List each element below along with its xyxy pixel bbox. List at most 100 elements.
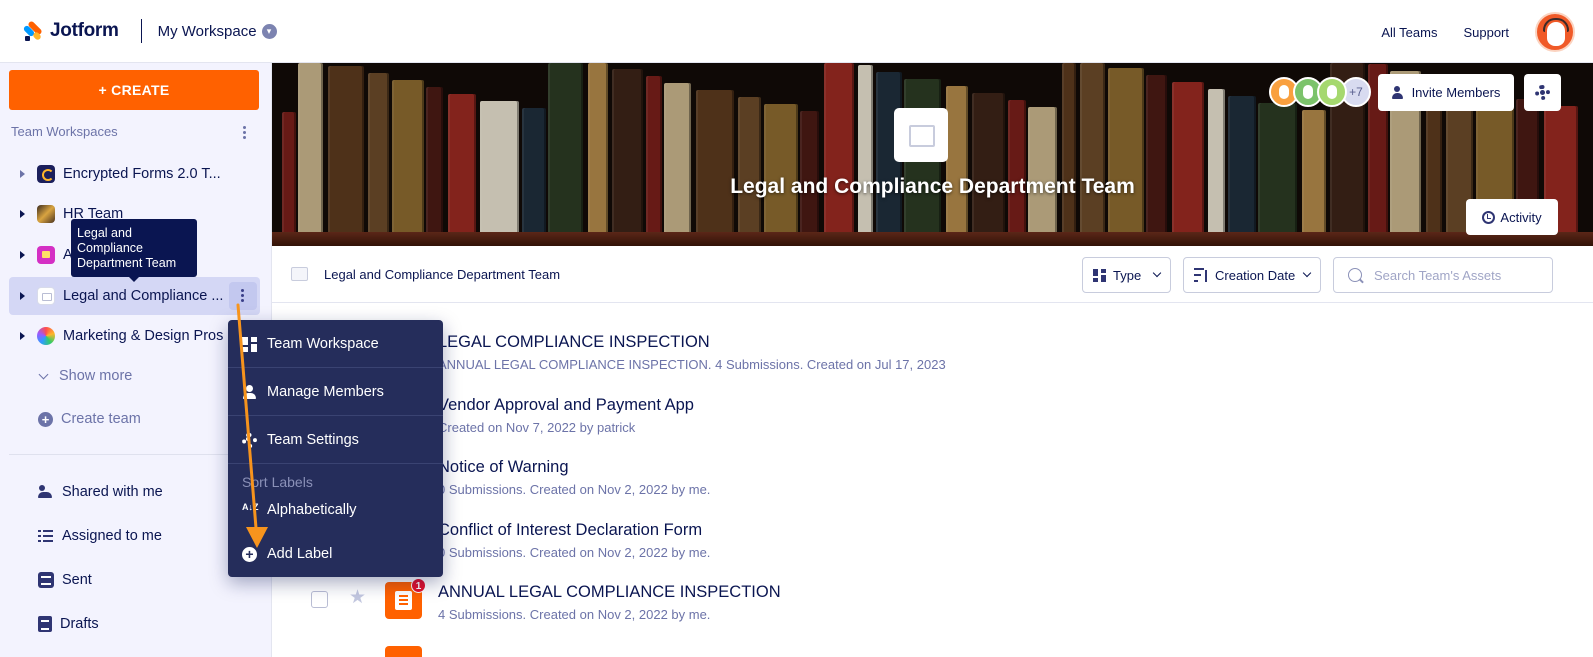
team-image-placeholder-icon[interactable] bbox=[894, 108, 948, 162]
menu-item-team-settings[interactable]: Team Settings bbox=[228, 416, 443, 464]
sidebar-team-legal[interactable]: Legal and Compliance ... bbox=[9, 277, 260, 315]
nav-drafts[interactable]: Drafts bbox=[38, 616, 99, 632]
team-title: Legal and Compliance Department Team bbox=[730, 175, 1135, 198]
tooltip-line: Legal and bbox=[77, 226, 132, 240]
nav-shared-with-me[interactable]: Shared with me bbox=[38, 484, 163, 500]
support-link[interactable]: Support bbox=[1463, 25, 1509, 40]
search-box[interactable] bbox=[1333, 257, 1553, 293]
gear-icon bbox=[1535, 85, 1550, 100]
all-teams-link[interactable]: All Teams bbox=[1381, 25, 1437, 40]
activity-label: Activity bbox=[1500, 209, 1542, 225]
team-name-tooltip: Legal and Compliance Department Team bbox=[71, 219, 197, 282]
form-icon[interactable] bbox=[385, 646, 422, 657]
expand-caret-icon[interactable] bbox=[20, 251, 25, 259]
nav-label: Sent bbox=[62, 572, 92, 588]
workspace-title[interactable]: My Workspace bbox=[158, 23, 257, 40]
tooltip-line: Department Team bbox=[77, 256, 177, 270]
tooltip-line: Compliance bbox=[77, 241, 144, 255]
asset-row[interactable]: Conflict of Interest Declaration Form 0 … bbox=[438, 521, 710, 560]
sent-icon bbox=[38, 572, 54, 588]
plus-circle-icon: + bbox=[242, 546, 257, 562]
hr-team-icon bbox=[37, 205, 55, 223]
asset-meta: 0 Submissions. Created on Nov 2, 2022 by… bbox=[438, 482, 711, 497]
sort-alpha-icon: A↓Z bbox=[242, 501, 259, 512]
member-avatar[interactable] bbox=[1317, 77, 1347, 107]
asset-title[interactable]: Vendor Approval and Payment App bbox=[438, 396, 694, 415]
sort-labels-heading: Sort Labels bbox=[242, 474, 313, 490]
chevron-down-icon bbox=[38, 369, 49, 379]
asset-title[interactable]: Notice of Warning bbox=[438, 458, 710, 477]
jotform-logo-icon bbox=[22, 20, 44, 42]
sort-icon bbox=[1194, 268, 1208, 282]
expand-caret-icon[interactable] bbox=[20, 210, 25, 218]
team-image-icon bbox=[291, 267, 308, 281]
expand-caret-icon[interactable] bbox=[20, 292, 25, 300]
star-icon[interactable]: ★ bbox=[349, 588, 366, 608]
nav-assigned-to-me[interactable]: Assigned to me bbox=[38, 528, 162, 544]
asset-title[interactable]: LEGAL COMPLIANCE INSPECTION bbox=[438, 333, 946, 352]
menu-item-label: Team Workspace bbox=[267, 336, 379, 352]
sidebar-team-marketing[interactable]: Marketing & Design Pros bbox=[9, 317, 260, 355]
asset-title[interactable]: ANNUAL LEGAL COMPLIANCE INSPECTION bbox=[438, 583, 781, 602]
team-banner: Legal and Compliance Department Team +7 … bbox=[272, 63, 1593, 246]
show-more-label: Show more bbox=[59, 368, 133, 384]
asset-row[interactable]: ANNUAL LEGAL COMPLIANCE INSPECTION 4 Sub… bbox=[438, 583, 781, 622]
create-team-label: Create team bbox=[61, 411, 141, 427]
team-label: Marketing & Design Pros bbox=[63, 328, 224, 344]
team-workspaces-more-icon[interactable] bbox=[243, 126, 247, 141]
top-bar: Jotform My Workspace ▾ All Teams Support bbox=[0, 0, 1593, 63]
grid-icon bbox=[1093, 268, 1106, 282]
asset-row[interactable]: Vendor Approval and Payment App Created … bbox=[438, 396, 694, 435]
asset-row[interactable]: LEGAL COMPLIANCE INSPECTION ANNUAL LEGAL… bbox=[438, 333, 946, 372]
workspace-chevron-icon[interactable]: ▾ bbox=[261, 23, 277, 39]
pink-team-icon bbox=[37, 246, 55, 264]
asset-row[interactable]: Notice of Warning 0 Submissions. Created… bbox=[438, 458, 710, 497]
team-more-options-icon[interactable] bbox=[229, 282, 257, 310]
gear-icon bbox=[242, 432, 257, 448]
menu-item-label: Add Label bbox=[267, 546, 333, 562]
team-workspaces-heading: Team Workspaces bbox=[11, 124, 118, 139]
create-button[interactable]: + CREATE bbox=[9, 70, 259, 110]
menu-divider bbox=[228, 463, 443, 464]
nav-label: Shared with me bbox=[62, 484, 163, 500]
plus-circle-icon: + bbox=[38, 411, 53, 427]
menu-item-manage-members[interactable]: Manage Members bbox=[228, 368, 443, 416]
sidebar-divider bbox=[9, 454, 261, 455]
notification-badge: 1 bbox=[411, 578, 426, 593]
sort-dropdown[interactable]: Creation Date bbox=[1183, 257, 1321, 293]
asset-meta: ANNUAL LEGAL COMPLIANCE INSPECTION. 4 Su… bbox=[438, 357, 946, 372]
nav-sent[interactable]: Sent bbox=[38, 572, 92, 588]
marketing-team-icon bbox=[37, 327, 55, 345]
nav-label: Assigned to me bbox=[62, 528, 162, 544]
jotform-logo[interactable]: Jotform bbox=[22, 20, 119, 42]
team-settings-button[interactable] bbox=[1524, 74, 1561, 111]
search-input[interactable] bbox=[1374, 267, 1534, 283]
show-more-button[interactable]: Show more bbox=[38, 368, 133, 384]
expand-caret-icon[interactable] bbox=[20, 332, 25, 340]
drafts-icon bbox=[38, 616, 52, 632]
menu-item-add-label[interactable]: + Add Label bbox=[228, 531, 443, 577]
assets-toolbar: Legal and Compliance Department Team Typ… bbox=[272, 246, 1593, 303]
chevron-down-icon bbox=[1152, 268, 1162, 278]
activity-button[interactable]: Activity bbox=[1466, 199, 1558, 235]
asset-title[interactable]: Conflict of Interest Declaration Form bbox=[438, 521, 710, 540]
menu-item-team-workspace[interactable]: Team Workspace bbox=[228, 320, 443, 368]
create-team-button[interactable]: + Create team bbox=[38, 411, 141, 427]
invite-members-button[interactable]: Invite Members bbox=[1378, 74, 1514, 111]
menu-item-alphabetically[interactable]: A↓Z Alphabetically bbox=[228, 490, 443, 530]
type-filter-dropdown[interactable]: Type bbox=[1082, 257, 1171, 293]
people-icon bbox=[38, 484, 54, 500]
breadcrumb: Legal and Compliance Department Team bbox=[324, 267, 561, 282]
encrypted-forms-team-icon bbox=[37, 165, 55, 183]
history-icon bbox=[1482, 210, 1496, 224]
team-members-avatars[interactable]: +7 bbox=[1269, 77, 1371, 107]
expand-caret-icon[interactable] bbox=[20, 170, 25, 178]
brand-name: Jotform bbox=[50, 20, 119, 41]
user-avatar[interactable] bbox=[1535, 12, 1575, 52]
top-divider bbox=[140, 19, 142, 43]
asset-meta: Created on Nov 7, 2022 by patrick bbox=[438, 420, 636, 435]
row-checkbox[interactable] bbox=[311, 591, 328, 608]
invite-members-label: Invite Members bbox=[1411, 85, 1501, 100]
team-label: Encrypted Forms 2.0 T... bbox=[63, 166, 221, 182]
sidebar-team-encrypted-forms[interactable]: Encrypted Forms 2.0 T... bbox=[9, 155, 260, 193]
